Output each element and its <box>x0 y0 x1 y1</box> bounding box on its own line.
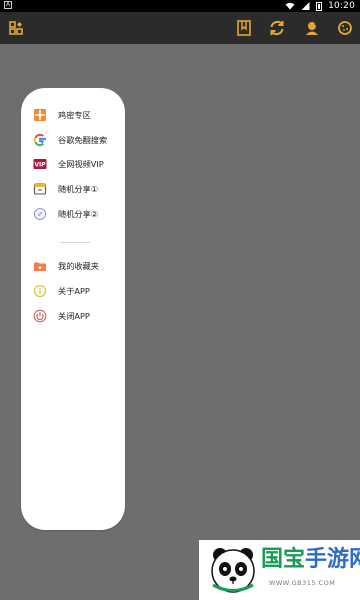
cookie-icon[interactable] <box>335 18 355 38</box>
power-icon <box>33 309 47 323</box>
menu-label: 我的收藏夹 <box>58 261 99 271</box>
folder-star-icon <box>33 259 47 273</box>
svg-text:VIP: VIP <box>35 163 47 169</box>
compass-icon <box>33 207 47 221</box>
menu-item-about[interactable]: 关于APP <box>33 282 125 300</box>
info-icon <box>33 284 47 298</box>
menu-label: 随机分享② <box>58 209 99 219</box>
app-bar <box>0 12 360 44</box>
panda-logo <box>211 548 255 593</box>
menu-item-chicken-zone[interactable]: 鸡密专区 <box>33 106 125 124</box>
grid-icon[interactable] <box>7 18 27 38</box>
share-box-icon <box>33 182 47 196</box>
watermark-url: WWW.GB315.COM <box>269 579 336 587</box>
status-bar: A 10:20 <box>0 0 360 12</box>
menu-item-random-share-1[interactable]: 随机分享① <box>33 180 125 198</box>
battery-icon <box>316 1 323 11</box>
refresh-icon[interactable] <box>267 18 287 38</box>
menu-item-favorites[interactable]: 我的收藏夹 <box>33 257 125 275</box>
menu-label: 鸡密专区 <box>58 110 91 120</box>
menu-label: 随机分享① <box>58 184 99 194</box>
notification-icon: A <box>4 1 12 9</box>
menu-label: 关于APP <box>58 286 90 296</box>
watermark-title: 国宝手游网 <box>261 547 360 572</box>
google-icon <box>33 133 47 147</box>
menu-divider <box>60 242 90 243</box>
signal-icon <box>301 2 310 10</box>
menu-item-vip-video[interactable]: VIP 全网视频VIP <box>33 155 125 173</box>
menu-label: 全网视频VIP <box>58 159 104 169</box>
menu-item-close-app[interactable]: 关闭APP <box>33 307 125 325</box>
menu-item-random-share-2[interactable]: 随机分享② <box>33 205 125 223</box>
menu-label: 关闭APP <box>58 311 90 321</box>
bookmark-icon[interactable] <box>234 18 254 38</box>
vip-icon: VIP <box>33 157 47 171</box>
profile-icon[interactable] <box>302 18 322 38</box>
side-menu: 鸡密专区 谷歌免翻搜索 VIP 全网视频VIP 随机分享① 随机分享② 我的收藏… <box>21 88 125 530</box>
grid-orange-icon <box>33 108 47 122</box>
status-icons: 10:20 <box>285 0 355 12</box>
menu-item-google-search[interactable]: 谷歌免翻搜索 <box>33 131 125 149</box>
menu-label: 谷歌免翻搜索 <box>58 135 108 145</box>
watermark: 国宝手游网 WWW.GB315.COM <box>199 540 360 600</box>
wifi-icon <box>285 2 295 10</box>
clock: 10:20 <box>328 1 355 11</box>
